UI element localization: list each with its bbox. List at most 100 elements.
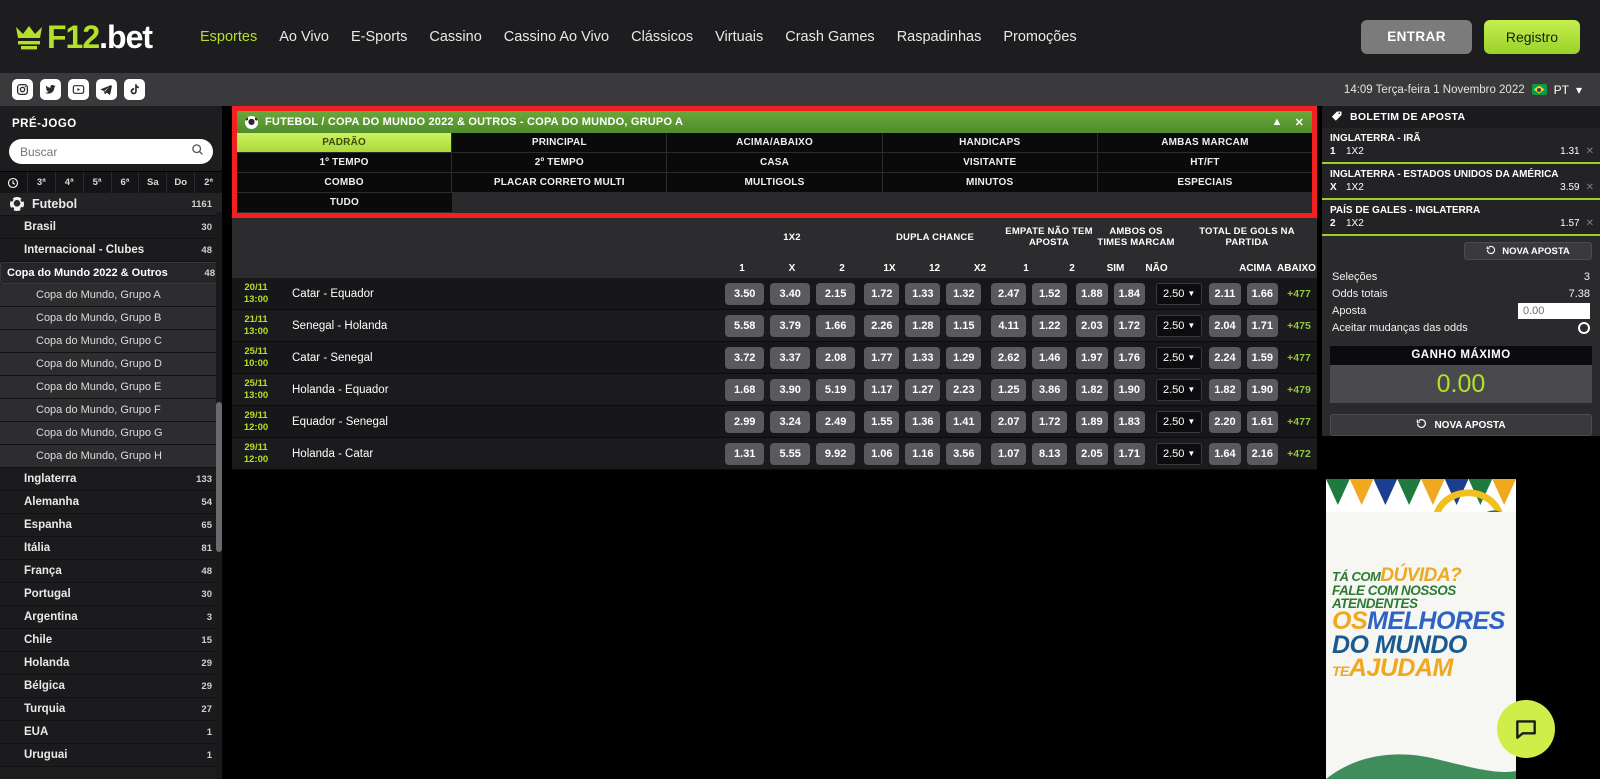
nav-item-cassino[interactable]: Cassino [429, 29, 481, 45]
nav-item-classicos[interactable]: Clássicos [631, 29, 693, 45]
odd-1x2-1[interactable]: 3.50 [725, 282, 765, 305]
match-name[interactable]: Holanda - Catar [280, 448, 722, 460]
day-filter-do[interactable]: Do [167, 172, 196, 193]
sidebar-item-eua[interactable]: EUA 1 [0, 721, 222, 744]
login-button[interactable]: ENTRAR [1361, 19, 1472, 54]
odd-1x2-2[interactable]: 2.15 [815, 282, 856, 305]
sidebar-item-inglaterra[interactable]: Inglaterra 133 [0, 468, 222, 491]
tab-tudo[interactable]: TUDO [237, 193, 453, 213]
odd-dc-x2[interactable]: 2.23 [946, 378, 982, 401]
odd-total-abaixo[interactable]: 2.16 [1246, 442, 1278, 465]
odd-btts-sim[interactable]: 1.88 [1076, 282, 1108, 305]
odd-total-acima[interactable]: 2.11 [1209, 282, 1241, 305]
odd-total-abaixo[interactable]: 1.66 [1246, 282, 1278, 305]
tab-casa[interactable]: CASA [667, 153, 883, 173]
tab-acima-abaixo[interactable]: ACIMA/ABAIXO [667, 133, 883, 153]
tab-ambas-marcam[interactable]: AMBAS MARCAM [1097, 133, 1313, 153]
nav-item-virtuais[interactable]: Virtuais [715, 29, 763, 45]
more-markets-link[interactable]: +472 [1281, 448, 1317, 460]
youtube-icon[interactable] [68, 79, 89, 100]
nav-item-promocoes[interactable]: Promoções [1003, 29, 1076, 45]
odd-dc-12[interactable]: 1.16 [905, 442, 941, 465]
odd-1x2-1[interactable]: 3.72 [725, 346, 765, 369]
sidebar-item-grupo-f[interactable]: Copa do Mundo, Grupo F [0, 399, 222, 422]
day-filter-sa[interactable]: Sa [139, 172, 168, 193]
sidebar-item-uruguai[interactable]: Uruguai 1 [0, 744, 222, 767]
close-icon[interactable]: ✕ [1295, 116, 1304, 129]
match-name[interactable]: Catar - Senegal [280, 352, 722, 364]
remove-selection-icon[interactable]: ✕ [1586, 218, 1594, 229]
twitter-icon[interactable] [40, 79, 61, 100]
odd-1x2-1[interactable]: 2.99 [725, 410, 765, 433]
more-markets-link[interactable]: +475 [1281, 320, 1317, 332]
odd-btts-nao[interactable]: 1.83 [1113, 410, 1145, 433]
day-filter-2[interactable]: 2ª [195, 172, 222, 193]
sidebar-item-italia[interactable]: Itália 81 [0, 537, 222, 560]
sidebar-item-copa-do-mundo-2022[interactable]: Copa do Mundo 2022 & Outros 48 [0, 262, 222, 284]
sidebar-scroll-thumb[interactable] [216, 402, 222, 552]
total-line-select[interactable]: 2.50 ▼ [1155, 346, 1203, 369]
tab-1-tempo[interactable]: 1º TEMPO [237, 153, 453, 173]
chat-widget-button[interactable] [1497, 700, 1555, 758]
instagram-icon[interactable] [12, 79, 33, 100]
odd-btts-sim[interactable]: 1.82 [1076, 378, 1108, 401]
sidebar-item-portugal[interactable]: Portugal 30 [0, 583, 222, 606]
chevron-down-icon[interactable]: ▾ [1576, 83, 1582, 97]
odd-btts-nao[interactable]: 1.71 [1113, 442, 1145, 465]
odd-btts-nao[interactable]: 1.76 [1113, 346, 1145, 369]
sidebar-item-chile[interactable]: Chile 15 [0, 629, 222, 652]
odd-btts-sim[interactable]: 1.89 [1076, 410, 1108, 433]
sidebar-item-turquia[interactable]: Turquia 27 [0, 698, 222, 721]
sidebar-item-futebol[interactable]: Futebol 1161 [0, 193, 222, 216]
odd-btts-sim[interactable]: 2.05 [1076, 442, 1108, 465]
odd-dc-12[interactable]: 1.33 [905, 282, 941, 305]
match-name[interactable]: Catar - Equador [280, 288, 722, 300]
odd-1x2-x[interactable]: 5.55 [770, 442, 810, 465]
tab-ht-ft[interactable]: HT/FT [1097, 153, 1313, 173]
odd-dc-1x[interactable]: 2.26 [864, 314, 900, 337]
day-filter-5[interactable]: 5ª [84, 172, 112, 193]
sidebar-item-grupo-a[interactable]: Copa do Mundo, Grupo A [0, 284, 222, 307]
odd-1x2-1[interactable]: 1.68 [725, 378, 765, 401]
odd-enta-1[interactable]: 1.25 [991, 378, 1027, 401]
odd-enta-2[interactable]: 1.72 [1032, 410, 1068, 433]
sidebar-item-franca[interactable]: França 48 [0, 560, 222, 583]
odd-dc-1x[interactable]: 1.06 [864, 442, 900, 465]
sidebar-item-belgica[interactable]: Bélgica 29 [0, 675, 222, 698]
odd-total-abaixo[interactable]: 1.71 [1246, 314, 1278, 337]
nav-item-esportes[interactable]: Esportes [200, 29, 257, 45]
promo-banner[interactable]: TÁ COMDÚVIDA? FALE COM NOSSOS ATENDENTES… [1326, 479, 1516, 779]
odd-1x2-x[interactable]: 3.40 [770, 282, 810, 305]
odd-1x2-x[interactable]: 3.90 [770, 378, 810, 401]
sidebar-item-grupo-h[interactable]: Copa do Mundo, Grupo H [0, 445, 222, 468]
telegram-icon[interactable] [96, 79, 117, 100]
odd-dc-x2[interactable]: 3.56 [946, 442, 982, 465]
odd-enta-1[interactable]: 2.62 [991, 346, 1027, 369]
brand-logo[interactable]: F12.bet [14, 21, 174, 53]
odd-total-acima[interactable]: 2.24 [1209, 346, 1241, 369]
odd-dc-1x[interactable]: 1.72 [864, 282, 900, 305]
odd-enta-2[interactable]: 1.46 [1032, 346, 1068, 369]
more-markets-link[interactable]: +479 [1281, 384, 1317, 396]
nav-item-raspadinhas[interactable]: Raspadinhas [897, 29, 982, 45]
day-filter-clock-icon[interactable] [0, 172, 28, 193]
odd-total-acima[interactable]: 1.82 [1209, 378, 1241, 401]
odd-dc-x2[interactable]: 1.32 [946, 282, 982, 305]
tab-placar-correto-multi[interactable]: PLACAR CORRETO MULTI [452, 173, 668, 193]
total-line-select[interactable]: 2.50 ▼ [1155, 410, 1203, 433]
tiktok-icon[interactable] [124, 79, 145, 100]
register-button[interactable]: Registro [1483, 19, 1580, 54]
tab-multigols[interactable]: MULTIGOLS [667, 173, 883, 193]
tab-2-tempo[interactable]: 2º TEMPO [452, 153, 668, 173]
odd-total-abaixo[interactable]: 1.90 [1246, 378, 1278, 401]
odd-1x2-1[interactable]: 1.31 [725, 442, 765, 465]
collapse-icon[interactable]: ▲ [1271, 116, 1282, 128]
total-line-select[interactable]: 2.50 ▼ [1155, 378, 1203, 401]
total-line-select[interactable]: 2.50 ▼ [1155, 442, 1203, 465]
odd-btts-sim[interactable]: 1.97 [1076, 346, 1108, 369]
sidebar-item-brasil[interactable]: Brasil 30 [0, 216, 222, 239]
tab-visitante[interactable]: VISITANTE [882, 153, 1098, 173]
odd-dc-12[interactable]: 1.27 [905, 378, 941, 401]
odd-dc-1x[interactable]: 1.17 [864, 378, 900, 401]
odd-total-acima[interactable]: 2.04 [1209, 314, 1241, 337]
